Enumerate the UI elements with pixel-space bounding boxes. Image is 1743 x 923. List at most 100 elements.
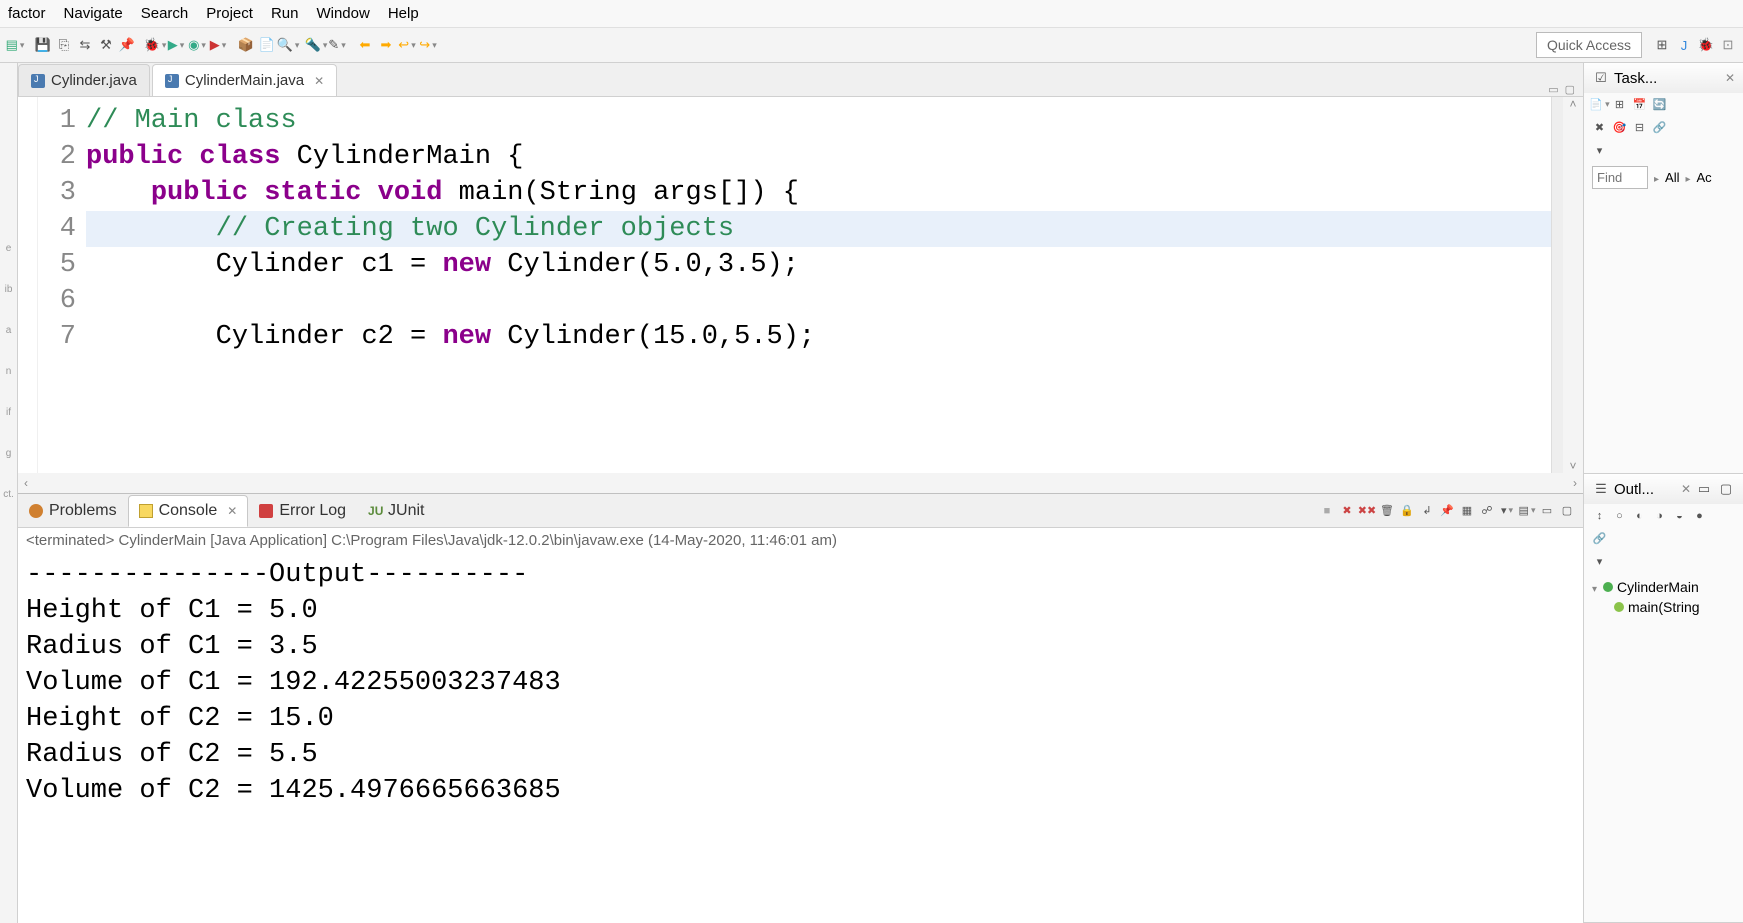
show-console-icon[interactable]: ▦ [1459,503,1475,519]
bottom-panel: Problems Console ✕ Error Log JU JUnit ■ [18,493,1583,923]
terminate-icon[interactable]: ■ [1319,503,1335,519]
menu-help[interactable]: Help [386,3,421,24]
minimize-outline-icon[interactable]: ▭ [1695,480,1713,498]
open-console-icon[interactable]: ▾ [1499,503,1515,519]
editor-tab-cylinder[interactable]: Cylinder.java [18,64,150,96]
sort-button[interactable]: ↕ [1592,508,1607,523]
scroll-right-icon[interactable]: › [1573,476,1577,490]
focus-button[interactable]: 🎯 [1612,120,1627,135]
method-icon [1614,602,1624,612]
console-output[interactable]: ---------------Output---------- Height o… [18,553,1565,923]
hide-local-button[interactable]: ◒ [1672,508,1687,523]
nav-back-button[interactable]: ↩ [398,36,416,54]
annotation-button[interactable]: ✎ [328,36,346,54]
nav-forward-button[interactable]: ↪ [419,36,437,54]
open-perspective-button[interactable]: ⊞ [1653,36,1671,54]
run-button[interactable]: ▶ [167,36,185,54]
new-task-button[interactable]: 📄 [1592,97,1607,112]
hide-fields-button[interactable]: ○ [1612,508,1627,523]
search-toolbar-button[interactable]: 🔦 [307,36,325,54]
hide-static-button[interactable]: ◐ [1632,508,1647,523]
menu-refactor[interactable]: factor [6,3,48,24]
remove-all-icon[interactable]: ✖✖ [1359,503,1375,519]
toggle-button[interactable]: ⇆ [76,36,94,54]
word-wrap-icon[interactable]: ↲ [1419,503,1435,519]
link-outline-button[interactable]: 🔗 [1592,531,1607,546]
close-console-icon[interactable]: ✕ [227,504,237,518]
remove-launch-icon[interactable]: ✖ [1339,503,1355,519]
problems-icon [29,504,43,518]
tab-console[interactable]: Console ✕ [128,495,249,527]
hide-nonpublic-button[interactable]: ◑ [1652,508,1667,523]
focus-outline-button[interactable]: ● [1692,508,1707,523]
schedule-button[interactable]: 📅 [1632,97,1647,112]
debug-button[interactable]: 🐞 [146,36,164,54]
new-button[interactable]: ▤ [6,36,24,54]
new-class-button[interactable]: 📄 [258,36,276,54]
pin-console-icon[interactable]: 📌 [1439,503,1455,519]
minimize-console-icon[interactable]: ▭ [1539,503,1555,519]
pin-button[interactable]: 📌 [118,36,136,54]
coverage-button[interactable]: ◉ [188,36,206,54]
menu-run[interactable]: Run [269,3,301,24]
scroll-lock-icon[interactable]: 🔒 [1399,503,1415,519]
open-type-button[interactable]: 🔍 [279,36,297,54]
scroll-down-icon[interactable]: ˅ [1569,459,1576,473]
menu-project[interactable]: Project [204,3,255,24]
console-toolbar: ■ ✖ ✖✖ 🗑 🔒 ↲ 📌 ▦ ☍ ▾ ▤ ▭ ▢ [1319,503,1583,519]
java-perspective-button[interactable]: J [1675,36,1693,54]
console-scrollbar[interactable] [1565,553,1583,923]
task-filter-all[interactable]: All [1665,170,1679,185]
close-task-view-icon[interactable]: ✕ [1725,71,1735,85]
quick-access-input[interactable]: Quick Access [1536,32,1642,58]
outline-class-node[interactable]: CylinderMain [1592,577,1735,597]
expand-toggle-icon[interactable] [1592,579,1599,595]
maximize-outline-icon[interactable]: ▢ [1717,480,1735,498]
debug-perspective-button[interactable]: 🐞 [1697,36,1715,54]
collapse-button[interactable]: ⊟ [1632,120,1647,135]
editor-tab-cylindermain[interactable]: CylinderMain.java ✕ [152,64,337,96]
synchronize-button[interactable]: 🔄 [1652,97,1667,112]
forward-button[interactable]: ➡ [377,36,395,54]
editor-horizontal-scrollbar[interactable]: ‹ › [18,473,1583,493]
new-console-icon[interactable]: ▤ [1519,503,1535,519]
clear-console-icon[interactable]: 🗑 [1379,503,1395,519]
overview-ruler[interactable] [1551,97,1563,473]
view-menu-icon[interactable]: ▾ [1592,143,1607,158]
menu-navigate[interactable]: Navigate [62,3,125,24]
link-button[interactable]: 🔗 [1652,120,1667,135]
outline-method-node[interactable]: main(String [1592,597,1735,617]
display-console-icon[interactable]: ☍ [1479,503,1495,519]
minimize-editor-icon[interactable]: ▭ [1548,83,1558,96]
editor-tab-label: Cylinder.java [51,72,137,89]
task-list-title: Task... [1614,70,1657,87]
back-button[interactable]: ⬅ [356,36,374,54]
tab-junit[interactable]: JU JUnit [357,495,435,527]
save-all-button[interactable]: ⎘ [55,36,73,54]
editor-tab-label: CylinderMain.java [185,72,304,89]
outline-menu-icon[interactable]: ▾ [1592,554,1607,569]
close-outline-view-icon[interactable]: ✕ [1681,482,1691,496]
team-perspective-button[interactable]: ⊡ [1719,36,1737,54]
close-tab-icon[interactable]: ✕ [314,74,324,88]
categorize-button[interactable]: ⊞ [1612,97,1627,112]
folding-gutter[interactable] [18,97,38,473]
ext-tools-button[interactable]: ▶ [209,36,227,54]
editor-vertical-scrollbar[interactable]: ˄ ˅ [1563,97,1583,473]
menu-search[interactable]: Search [139,3,191,24]
code-editor[interactable]: 1 2 3 4 5 6 7 // Main classpublic class … [18,97,1583,473]
tab-problems[interactable]: Problems [18,495,128,527]
hide-completed-button[interactable]: ✖ [1592,120,1607,135]
menu-window[interactable]: Window [314,3,371,24]
save-button[interactable]: 💾 [34,36,52,54]
scroll-up-icon[interactable]: ˄ [1569,97,1576,111]
new-package-button[interactable]: 📦 [237,36,255,54]
scroll-left-icon[interactable]: ‹ [24,476,28,490]
task-find-input[interactable] [1592,166,1648,189]
maximize-console-icon[interactable]: ▢ [1559,503,1575,519]
build-button[interactable]: ⚒ [97,36,115,54]
maximize-editor-icon[interactable]: ▢ [1565,83,1575,96]
tab-error-log[interactable]: Error Log [248,495,357,527]
code-content[interactable]: // Main classpublic class CylinderMain {… [86,97,1551,473]
task-filter-activate[interactable]: Ac [1697,170,1712,185]
